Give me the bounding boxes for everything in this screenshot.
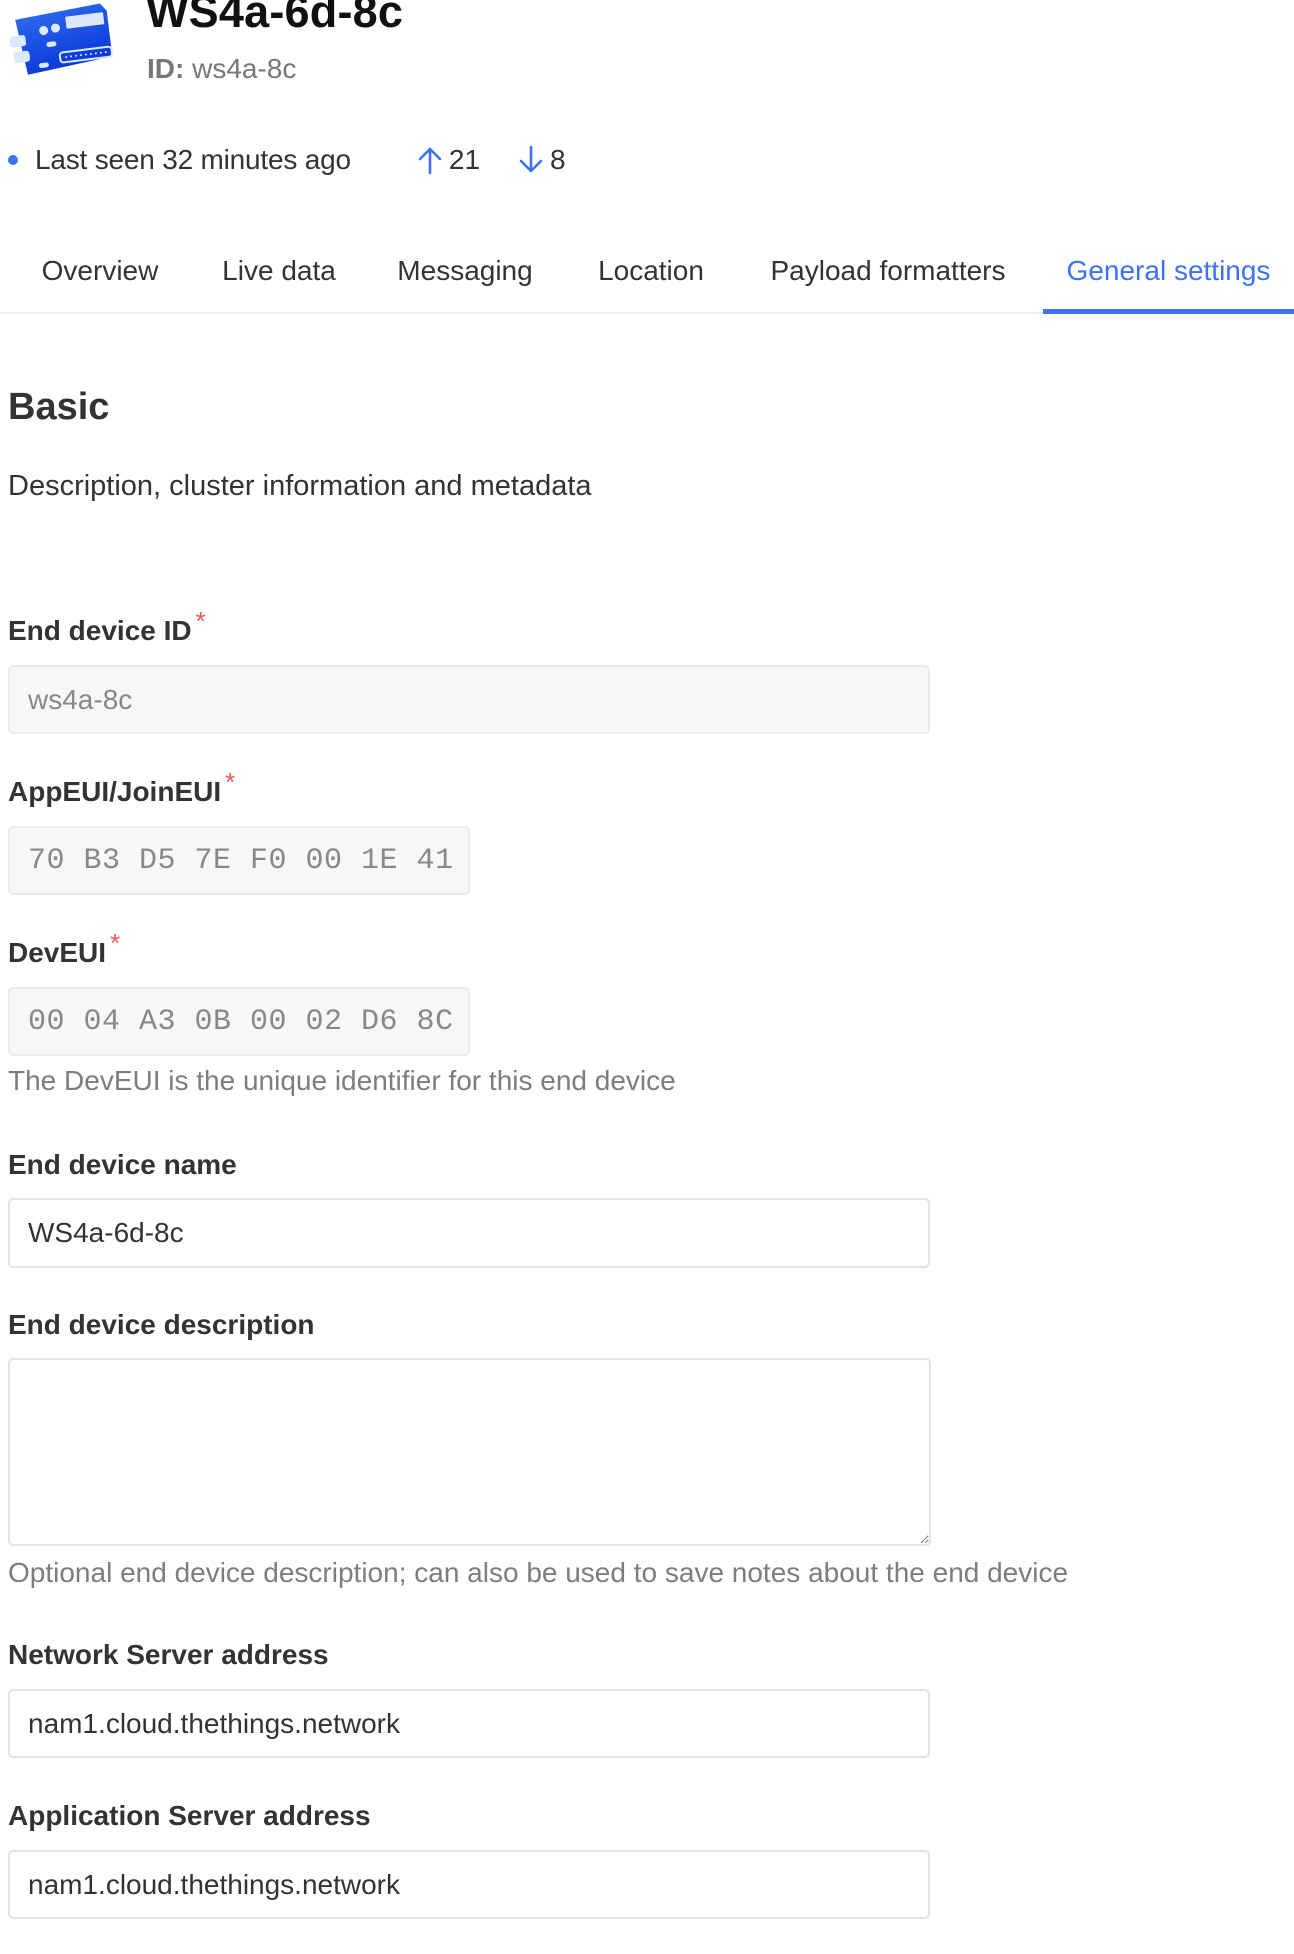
arrow-up-icon: [418, 147, 442, 175]
status-dot-icon: [8, 155, 18, 165]
section-description: Description, cluster information and met…: [8, 470, 592, 502]
section-title: Basic: [8, 386, 110, 428]
status-row: Last seen 32 minutes ago 21 8: [0, 140, 566, 180]
dev-eui-input[interactable]: [8, 987, 470, 1056]
dev-eui-label-text: DevEUI: [8, 937, 107, 968]
tab-payload-formatters[interactable]: Payload formatters: [742, 230, 1034, 312]
required-marker: *: [225, 767, 236, 797]
uplink-count: 21: [448, 144, 481, 175]
end-device-description-helper: Optional end device description; can als…: [8, 1557, 1069, 1588]
dev-eui-helper: The DevEUI is the unique identifier for …: [8, 1065, 676, 1096]
device-title: WS4a-6d-8c: [146, 0, 404, 37]
tab-overview[interactable]: Overview: [14, 230, 186, 312]
tab-messaging[interactable]: Messaging: [372, 230, 558, 312]
end-device-name-label: End device name: [8, 1149, 237, 1180]
arrow-down-icon: [519, 145, 543, 173]
end-device-description-textarea[interactable]: [8, 1358, 931, 1546]
end-device-description-label: End device description: [8, 1309, 315, 1340]
device-id: ID: ws4a-8c: [147, 52, 296, 86]
required-marker: *: [110, 928, 121, 958]
network-server-input[interactable]: [8, 1689, 930, 1758]
uplink-counter: 21: [417, 144, 480, 176]
device-board-icon: [9, 0, 120, 82]
join-eui-label-text: AppEUI/JoinEUI: [8, 776, 222, 807]
dev-eui-label: DevEUI *: [8, 928, 120, 970]
device-id-value: ws4a-8c: [192, 53, 297, 84]
device-tabs: Overview Live data Messaging Location Pa…: [0, 230, 1294, 314]
tab-live-data[interactable]: Live data: [196, 230, 362, 312]
device-id-label: ID:: [147, 53, 185, 84]
end-device-id-label: End device ID *: [8, 606, 206, 648]
network-server-label: Network Server address: [8, 1639, 329, 1670]
tab-general-settings[interactable]: General settings: [1043, 230, 1294, 314]
end-device-name-input[interactable]: [8, 1198, 930, 1268]
tab-location[interactable]: Location: [570, 230, 732, 312]
application-server-label: Application Server address: [8, 1800, 371, 1831]
required-marker: *: [195, 606, 206, 636]
join-eui-input[interactable]: [8, 826, 470, 895]
downlink-count: 8: [550, 144, 566, 175]
join-eui-label: AppEUI/JoinEUI *: [8, 767, 235, 809]
end-device-id-input[interactable]: [8, 665, 930, 734]
application-server-input[interactable]: [8, 1850, 930, 1919]
last-seen-text: Last seen 32 minutes ago: [35, 144, 351, 175]
end-device-id-label-text: End device ID: [8, 615, 192, 646]
downlink-counter: 8: [518, 144, 566, 176]
